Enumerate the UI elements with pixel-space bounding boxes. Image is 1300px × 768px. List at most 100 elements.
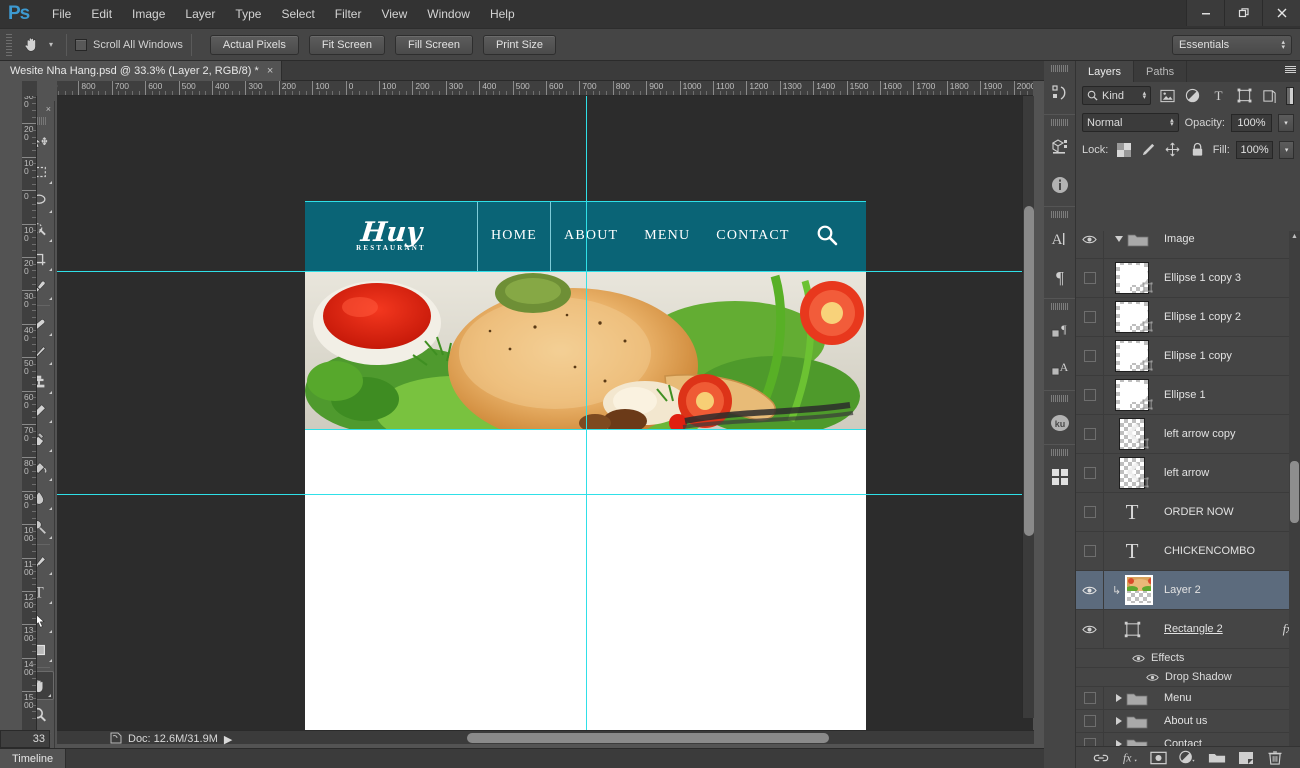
canvas-vertical-scrollbar[interactable]	[1022, 96, 1034, 718]
group-expand-cell[interactable]	[1104, 232, 1160, 247]
visibility-toggle[interactable]	[1076, 532, 1104, 570]
chevron-right-icon[interactable]	[1116, 694, 1122, 702]
shape-filter-icon[interactable]	[1234, 86, 1254, 106]
dock-grip-1[interactable]	[1051, 65, 1068, 72]
layer-thumbnail-cell[interactable]	[1104, 379, 1160, 411]
dock-grip-3[interactable]	[1051, 211, 1068, 218]
new-adjustment-layer-icon[interactable]	[1178, 749, 1198, 767]
layer-thumbnail-cell[interactable]	[1104, 262, 1160, 294]
hand-tool-icon[interactable]	[18, 33, 44, 57]
tab-paths[interactable]: Paths	[1134, 61, 1188, 82]
link-layers-icon[interactable]	[1091, 749, 1111, 767]
visibility-toggle[interactable]	[1076, 337, 1104, 375]
grid-panel-icon[interactable]	[1044, 458, 1075, 496]
add-layer-mask-icon[interactable]	[1149, 749, 1169, 767]
eye-off-icon[interactable]	[1083, 311, 1096, 323]
dock-grip-6[interactable]	[1051, 449, 1068, 456]
layer-row-about-group[interactable]: About us	[1076, 710, 1300, 733]
fit-screen-button[interactable]: Fit Screen	[308, 34, 385, 55]
visibility-toggle[interactable]	[1076, 493, 1104, 531]
eye-off-icon[interactable]	[1083, 715, 1096, 727]
delete-layer-icon[interactable]	[1265, 749, 1285, 767]
tab-layers[interactable]: Layers	[1076, 61, 1135, 82]
layer-thumbnail-cell[interactable]	[1104, 418, 1160, 450]
layer-row-selected[interactable]: ↳ Layer 2	[1076, 571, 1300, 610]
lock-position-icon[interactable]	[1163, 140, 1182, 160]
vertical-scroll-thumb[interactable]	[1024, 206, 1034, 536]
menu-type[interactable]: Type	[225, 0, 271, 28]
layer-row[interactable]: Rectangle 2 fx	[1076, 610, 1300, 649]
layer-row[interactable]: T ORDER NOW	[1076, 493, 1300, 532]
blend-mode-dropdown[interactable]: Normal ▴ ▾	[1082, 113, 1179, 132]
layer-thumbnail-cell[interactable]	[1104, 340, 1160, 372]
scroll-up-icon[interactable]: ▲	[1291, 233, 1298, 240]
menu-edit[interactable]: Edit	[81, 0, 122, 28]
new-group-icon[interactable]	[1207, 749, 1227, 767]
layer-row[interactable]: Ellipse 1 copy 2	[1076, 298, 1300, 337]
tab-close-icon[interactable]: ×	[267, 65, 273, 77]
menu-help[interactable]: Help	[480, 0, 525, 28]
layer-row[interactable]: Ellipse 1 copy	[1076, 337, 1300, 376]
eye-off-icon[interactable]	[1083, 545, 1096, 557]
layer-thumbnail-cell[interactable]	[1104, 621, 1160, 638]
lock-all-icon[interactable]	[1188, 140, 1207, 160]
layer-thumbnail-cell[interactable]	[1104, 301, 1160, 333]
document-tab[interactable]: Wesite Nha Hang.psd @ 33.3% (Layer 2, RG…	[0, 61, 283, 81]
menu-select[interactable]: Select	[271, 0, 324, 28]
kuler-panel-icon[interactable]: ku	[1044, 404, 1075, 442]
dock-grip-2[interactable]	[1051, 119, 1068, 126]
scroll-all-windows-checkbox[interactable]: Scroll All Windows	[75, 38, 183, 51]
menu-filter[interactable]: Filter	[325, 0, 372, 28]
menu-layer[interactable]: Layer	[175, 0, 225, 28]
vertical-ruler[interactable]: 300 200 100 0 100 200 300 400 500 600 700 800 900 100…	[22, 96, 37, 732]
zoom-level-field[interactable]: 33	[0, 730, 50, 748]
visibility-toggle[interactable]	[1076, 231, 1104, 258]
menu-view[interactable]: View	[371, 0, 417, 28]
opacity-value[interactable]: 100%	[1230, 113, 1273, 132]
menu-file[interactable]: File	[42, 0, 81, 28]
visibility-toggle[interactable]	[1076, 610, 1104, 648]
chevron-down-icon[interactable]	[1115, 236, 1123, 242]
layer-row[interactable]: Ellipse 1	[1076, 376, 1300, 415]
info-panel-icon[interactable]	[1044, 166, 1075, 204]
fill-value[interactable]: 100%	[1235, 140, 1274, 159]
layer-row[interactable]: left arrow	[1076, 454, 1300, 493]
tab-timeline[interactable]: Timeline	[0, 748, 67, 768]
chevron-updown-icon[interactable]: ▴ ▾	[1143, 90, 1147, 101]
eye-off-icon[interactable]	[1083, 506, 1096, 518]
minimize-icon[interactable]	[1186, 0, 1224, 26]
eye-off-icon[interactable]	[1083, 428, 1096, 440]
visibility-toggle[interactable]	[1076, 687, 1104, 709]
group-expand-cell[interactable]	[1104, 691, 1160, 706]
chevron-updown-icon[interactable]: ▴ ▾	[1170, 117, 1174, 128]
type-filter-icon[interactable]: T	[1209, 86, 1229, 106]
workspace-dropdown[interactable]: Essentials ▴ ▾	[1172, 34, 1292, 55]
layer-list-scrollbar[interactable]: ▲ ▼	[1289, 231, 1300, 768]
layer-thumbnail-cell[interactable]	[1104, 457, 1160, 489]
menu-image[interactable]: Image	[122, 0, 175, 28]
chevron-right-icon[interactable]	[1116, 717, 1122, 725]
layer-list-scroll-thumb[interactable]	[1290, 461, 1299, 523]
visibility-toggle[interactable]	[1076, 710, 1104, 732]
close-icon[interactable]	[1262, 0, 1300, 26]
history-panel-icon[interactable]	[1044, 74, 1075, 112]
eye-off-icon[interactable]	[1083, 467, 1096, 479]
doc-info-caret-icon[interactable]: ▶	[224, 733, 232, 746]
layer-effect-drop-shadow-row[interactable]: Drop Shadow	[1076, 668, 1300, 687]
eye-off-icon[interactable]	[1083, 692, 1096, 704]
fill-screen-button[interactable]: Fill Screen	[394, 34, 473, 55]
ruler-corner[interactable]	[22, 81, 37, 96]
visibility-toggle[interactable]	[1076, 571, 1104, 609]
lock-transparent-pixels-icon[interactable]	[1114, 140, 1133, 160]
pixel-filter-icon[interactable]	[1157, 86, 1177, 106]
layer-thumbnail-cell[interactable]	[1104, 575, 1160, 605]
layer-row[interactable]: left arrow copy	[1076, 415, 1300, 454]
artboard[interactable]: Huy RESTAURANT HOME ABOUT MENU CONTACT	[305, 96, 866, 732]
layer-effects-row[interactable]: Effects	[1076, 649, 1300, 668]
visibility-toggle[interactable]	[1076, 259, 1104, 297]
new-layer-icon[interactable]	[1236, 749, 1256, 767]
menu-window[interactable]: Window	[417, 0, 480, 28]
dock-grip-4[interactable]	[1051, 303, 1068, 310]
visibility-toggle[interactable]	[1076, 376, 1104, 414]
adjustment-filter-icon[interactable]	[1183, 86, 1203, 106]
